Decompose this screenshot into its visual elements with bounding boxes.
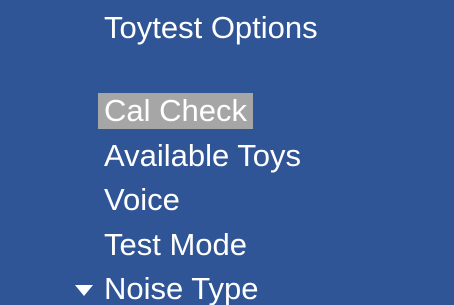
menu-item-label: Noise Type [104, 271, 259, 305]
menu-item-label: Test Mode [104, 226, 248, 262]
options-menu: Cal Check Available Toys Voice Test Mode… [0, 93, 454, 305]
menu-item-cal-check[interactable]: Cal Check [0, 93, 454, 138]
menu-item-label: Cal Check [98, 93, 253, 129]
menu-item-label: Available Toys [104, 137, 302, 173]
options-screen: Toytest Options Cal Check Available Toys… [0, 0, 454, 305]
scroll-down-arrow-icon [75, 285, 93, 296]
screen-title: Toytest Options [104, 10, 318, 45]
menu-item-test-mode[interactable]: Test Mode [0, 227, 454, 272]
menu-item-noise-type[interactable]: Noise Type [0, 271, 454, 305]
menu-item-voice[interactable]: Voice [0, 182, 454, 227]
menu-item-label: Voice [104, 182, 180, 217]
menu-item-available-toys[interactable]: Available Toys [0, 138, 454, 183]
